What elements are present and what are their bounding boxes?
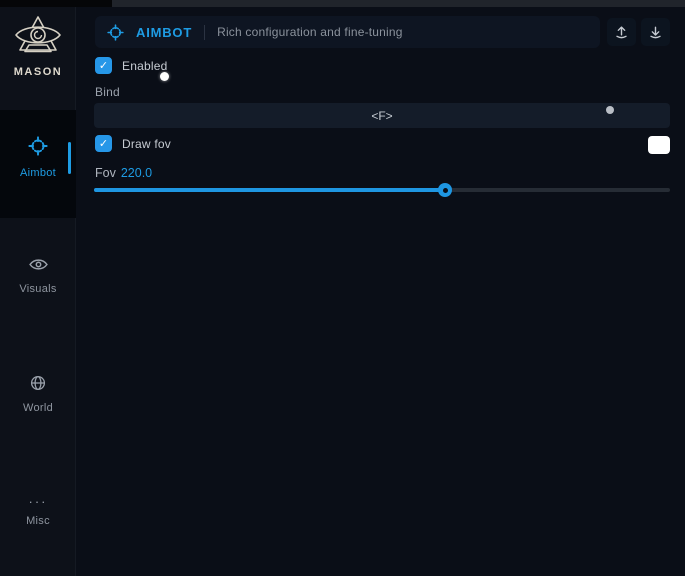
fov-slider-fill	[94, 188, 445, 192]
crosshair-icon	[107, 24, 124, 41]
sidebar-item-label: World	[23, 402, 53, 414]
fov-color-swatch[interactable]	[648, 136, 670, 154]
mason-pyramid-eye-icon	[0, 14, 76, 64]
divider	[204, 25, 205, 40]
page-title: AIMBOT	[136, 25, 192, 40]
enabled-checkbox[interactable]: ✓	[95, 57, 112, 74]
bind-value: <F>	[371, 109, 392, 123]
fov-label: Fov	[95, 166, 116, 180]
bind-keybind-input[interactable]: <F>	[94, 103, 670, 128]
sidebar-item-label: Aimbot	[20, 167, 56, 179]
download-icon	[648, 24, 663, 40]
logo-text: MASON	[0, 66, 76, 78]
check-icon: ✓	[99, 137, 108, 150]
fov-slider-handle[interactable]	[438, 183, 452, 197]
fov-slider[interactable]	[94, 183, 670, 197]
sidebar: MASON Aimbot Visuals World	[0, 7, 76, 576]
draw-fov-checkbox-row[interactable]: ✓ Draw fov	[95, 135, 171, 152]
ellipsis-icon: ···	[29, 497, 48, 509]
globe-icon	[30, 375, 46, 396]
sidebar-item-aimbot[interactable]: Aimbot	[0, 110, 76, 218]
page-header: AIMBOT Rich configuration and fine-tunin…	[95, 16, 600, 48]
bind-indicator-dot	[606, 106, 614, 114]
page-subtitle: Rich configuration and fine-tuning	[217, 25, 403, 39]
sidebar-item-misc[interactable]: ··· Misc	[0, 480, 76, 544]
eye-icon	[29, 257, 48, 277]
sidebar-item-world[interactable]: World	[0, 362, 76, 426]
enabled-checkbox-row[interactable]: ✓ Enabled	[95, 57, 167, 74]
crosshair-icon	[28, 136, 48, 161]
background-window-dark	[0, 0, 112, 7]
draw-fov-checkbox[interactable]: ✓	[95, 135, 112, 152]
fov-value-row: Fov 220.0	[95, 166, 152, 180]
upload-icon	[614, 24, 629, 40]
bind-label: Bind	[95, 85, 120, 99]
check-icon: ✓	[99, 59, 108, 72]
sidebar-item-visuals[interactable]: Visuals	[0, 244, 76, 308]
sidebar-item-label: Visuals	[19, 283, 56, 295]
background-window-titlebar	[112, 0, 685, 7]
enabled-label: Enabled	[122, 59, 167, 73]
app-logo: MASON	[0, 14, 76, 78]
draw-fov-label: Draw fov	[122, 137, 171, 151]
import-config-button[interactable]	[641, 18, 670, 46]
sidebar-item-label: Misc	[26, 515, 50, 527]
active-tab-indicator	[68, 142, 71, 174]
export-config-button[interactable]	[607, 18, 636, 46]
fov-value: 220.0	[121, 166, 152, 180]
